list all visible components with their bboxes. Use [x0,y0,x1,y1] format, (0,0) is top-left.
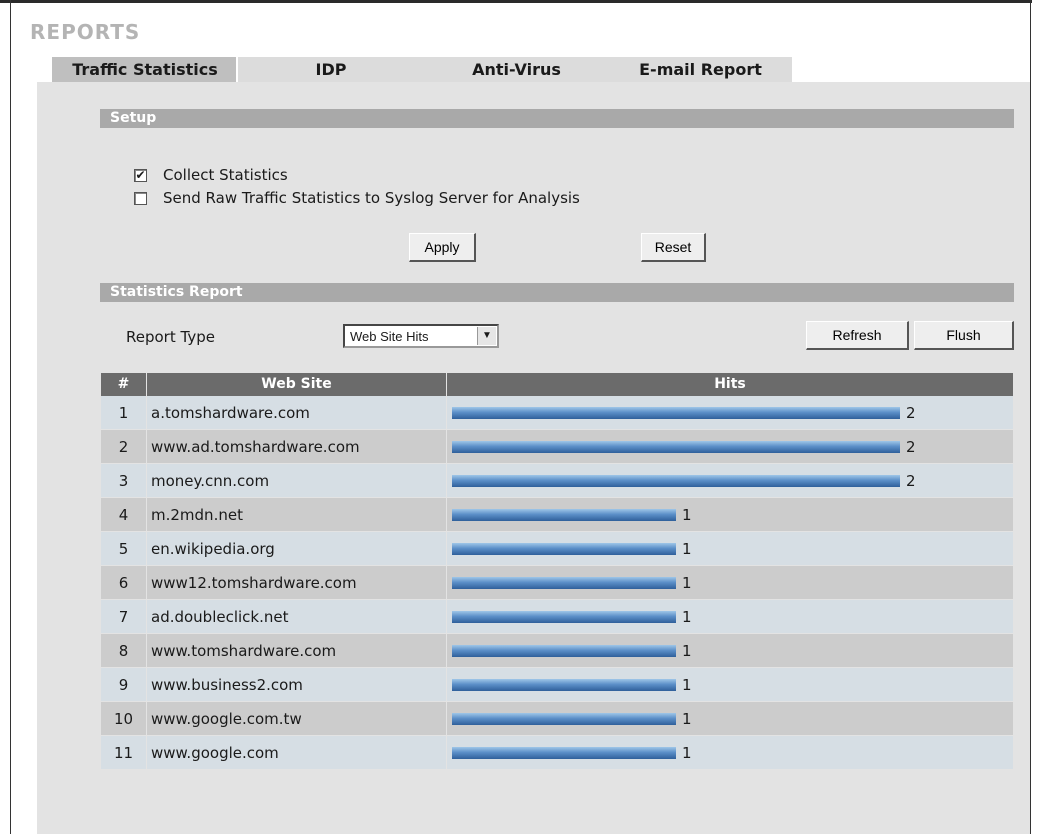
chevron-down-icon[interactable]: ▼ [477,327,496,345]
table-row: 1 a.tomshardware.com 2 [101,396,1013,430]
row-web-site: en.wikipedia.org [147,532,447,565]
table-row: 8 www.tomshardware.com 1 [101,634,1013,668]
tab-anti-virus[interactable]: Anti-Virus [424,57,609,82]
column-header-number: # [101,373,147,396]
row-hits-cell: 1 [447,566,1013,599]
syslog-row: Send Raw Traffic Statistics to Syslog Se… [134,188,580,208]
row-web-site: ad.doubleclick.net [147,600,447,633]
row-web-site: a.tomshardware.com [147,396,447,429]
row-hits-cell: 2 [447,430,1013,463]
hits-bar [452,440,900,453]
row-hits-value: 1 [682,675,692,694]
row-hits-cell: 1 [447,600,1013,633]
row-number: 9 [101,668,147,701]
row-hits-cell: 1 [447,702,1013,735]
hits-bar [452,712,676,725]
tab-traffic-statistics[interactable]: Traffic Statistics [52,57,238,82]
hits-bar [452,610,676,623]
web-site-hits-table: # Web Site Hits 1 a.tomshardware.com 2 2 www… [101,373,1013,770]
row-hits-value: 1 [682,709,692,728]
hits-bar [452,644,676,657]
row-number: 8 [101,634,147,667]
row-web-site: www.google.com [147,736,447,769]
table-row: 2 www.ad.tomshardware.com 2 [101,430,1013,464]
row-hits-cell: 1 [447,532,1013,565]
row-web-site: www.tomshardware.com [147,634,447,667]
syslog-checkbox[interactable] [134,191,147,205]
row-hits-value: 1 [682,505,692,524]
table-row: 5 en.wikipedia.org 1 [101,532,1013,566]
row-web-site: www.ad.tomshardware.com [147,430,447,463]
row-hits-value: 1 [682,743,692,762]
row-hits-value: 2 [906,437,916,456]
table-row: 9 www.business2.com 1 [101,668,1013,702]
flush-button[interactable]: Flush [914,321,1014,350]
left-border [10,0,11,834]
page-title: REPORTS [30,20,141,44]
syslog-label: Send Raw Traffic Statistics to Syslog Se… [163,189,580,207]
row-number: 6 [101,566,147,599]
column-header-hits: Hits [714,376,746,392]
tab-email-report[interactable]: E-mail Report [609,57,792,82]
row-hits-cell: 1 [447,668,1013,701]
hits-bar [452,746,676,759]
hits-bar [452,542,676,555]
refresh-button[interactable]: Refresh [806,321,909,350]
row-hits-cell: 2 [447,396,1013,429]
table-row: 10 www.google.com.tw 1 [101,702,1013,736]
table-row: 6 www12.tomshardware.com 1 [101,566,1013,600]
row-hits-value: 1 [682,573,692,592]
setup-header: Setup [100,109,1014,128]
column-header-web-site: Web Site [147,373,447,396]
hits-bar [452,508,676,521]
right-border [1030,0,1031,834]
collect-statistics-row: ✔ Collect Statistics [134,165,288,185]
row-number: 11 [101,736,147,769]
row-number: 4 [101,498,147,531]
row-number: 10 [101,702,147,735]
row-hits-cell: 1 [447,634,1013,667]
row-number: 1 [101,396,147,429]
row-hits-value: 2 [906,471,916,490]
report-type-label: Report Type [126,328,215,346]
hits-bar [452,576,676,589]
row-hits-value: 2 [906,403,916,422]
row-number: 2 [101,430,147,463]
row-hits-cell: 1 [447,498,1013,531]
row-hits-cell: 2 [447,464,1013,497]
row-hits-value: 1 [682,641,692,660]
tab-idp[interactable]: IDP [238,57,424,82]
statistics-report-header: Statistics Report [100,283,1014,302]
report-type-value: Web Site Hits [350,329,429,344]
table-row: 11 www.google.com 1 [101,736,1013,770]
row-number: 3 [101,464,147,497]
collect-statistics-label: Collect Statistics [163,166,288,184]
row-web-site: m.2mdn.net [147,498,447,531]
row-web-site: www.business2.com [147,668,447,701]
apply-button[interactable]: Apply [409,233,476,262]
row-number: 5 [101,532,147,565]
row-hits-cell: 1 [447,736,1013,769]
report-type-select[interactable]: Web Site Hits ▼ [343,324,499,348]
table-body: 1 a.tomshardware.com 2 2 www.ad.tomshardware… [101,396,1013,770]
hits-bar [452,678,676,691]
row-hits-value: 1 [682,607,692,626]
table-row: 4 m.2mdn.net 1 [101,498,1013,532]
reset-button[interactable]: Reset [641,233,706,262]
row-number: 7 [101,600,147,633]
hits-bar [452,406,900,419]
collect-statistics-checkbox[interactable]: ✔ [134,168,147,182]
table-header: # Web Site Hits [101,373,1013,396]
tab-bar: Traffic Statistics IDP Anti-Virus E-mail… [52,57,792,82]
table-row: 7 ad.doubleclick.net 1 [101,600,1013,634]
row-web-site: www.google.com.tw [147,702,447,735]
top-border [0,0,1032,3]
row-hits-value: 1 [682,539,692,558]
hits-bar [452,474,900,487]
table-row: 3 money.cnn.com 2 [101,464,1013,498]
row-web-site: money.cnn.com [147,464,447,497]
row-web-site: www12.tomshardware.com [147,566,447,599]
